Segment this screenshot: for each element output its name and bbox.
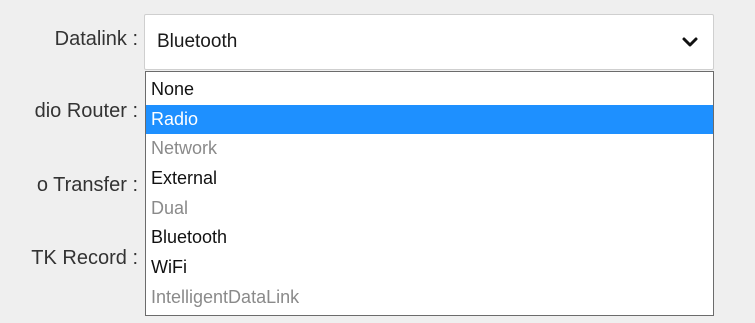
datalink-row: Datalink : bbox=[0, 28, 146, 51]
dropdown-option-none[interactable]: None bbox=[146, 75, 713, 105]
dropdown-option-wifi[interactable]: WiFi bbox=[146, 253, 713, 283]
datalink-dropdown-list: None Radio Network External Dual Bluetoo… bbox=[145, 71, 714, 316]
rtk-record-row: TK Record : bbox=[0, 247, 146, 270]
datalink-label: Datalink : bbox=[54, 28, 138, 50]
dropdown-option-external[interactable]: External bbox=[146, 164, 713, 194]
auto-transfer-row: o Transfer : bbox=[0, 174, 146, 197]
dropdown-option-bluetooth[interactable]: Bluetooth bbox=[146, 223, 713, 253]
dropdown-option-intelligentdatalink: IntelligentDataLink bbox=[151, 286, 300, 307]
dropdown-option-network: Network bbox=[151, 138, 218, 159]
datalink-select[interactable]: Bluetooth bbox=[144, 14, 714, 70]
radio-router-row: dio Router : bbox=[0, 100, 146, 123]
auto-transfer-label: o Transfer : bbox=[36, 174, 138, 196]
dropdown-option-radio[interactable]: Radio bbox=[146, 104, 713, 135]
dropdown-option-dual: Dual bbox=[151, 197, 189, 218]
chevron-down-icon bbox=[682, 37, 698, 47]
datalink-select-value: Bluetooth bbox=[157, 31, 238, 52]
radio-router-label: dio Router : bbox=[34, 100, 138, 122]
rtk-record-label: TK Record : bbox=[31, 247, 138, 269]
